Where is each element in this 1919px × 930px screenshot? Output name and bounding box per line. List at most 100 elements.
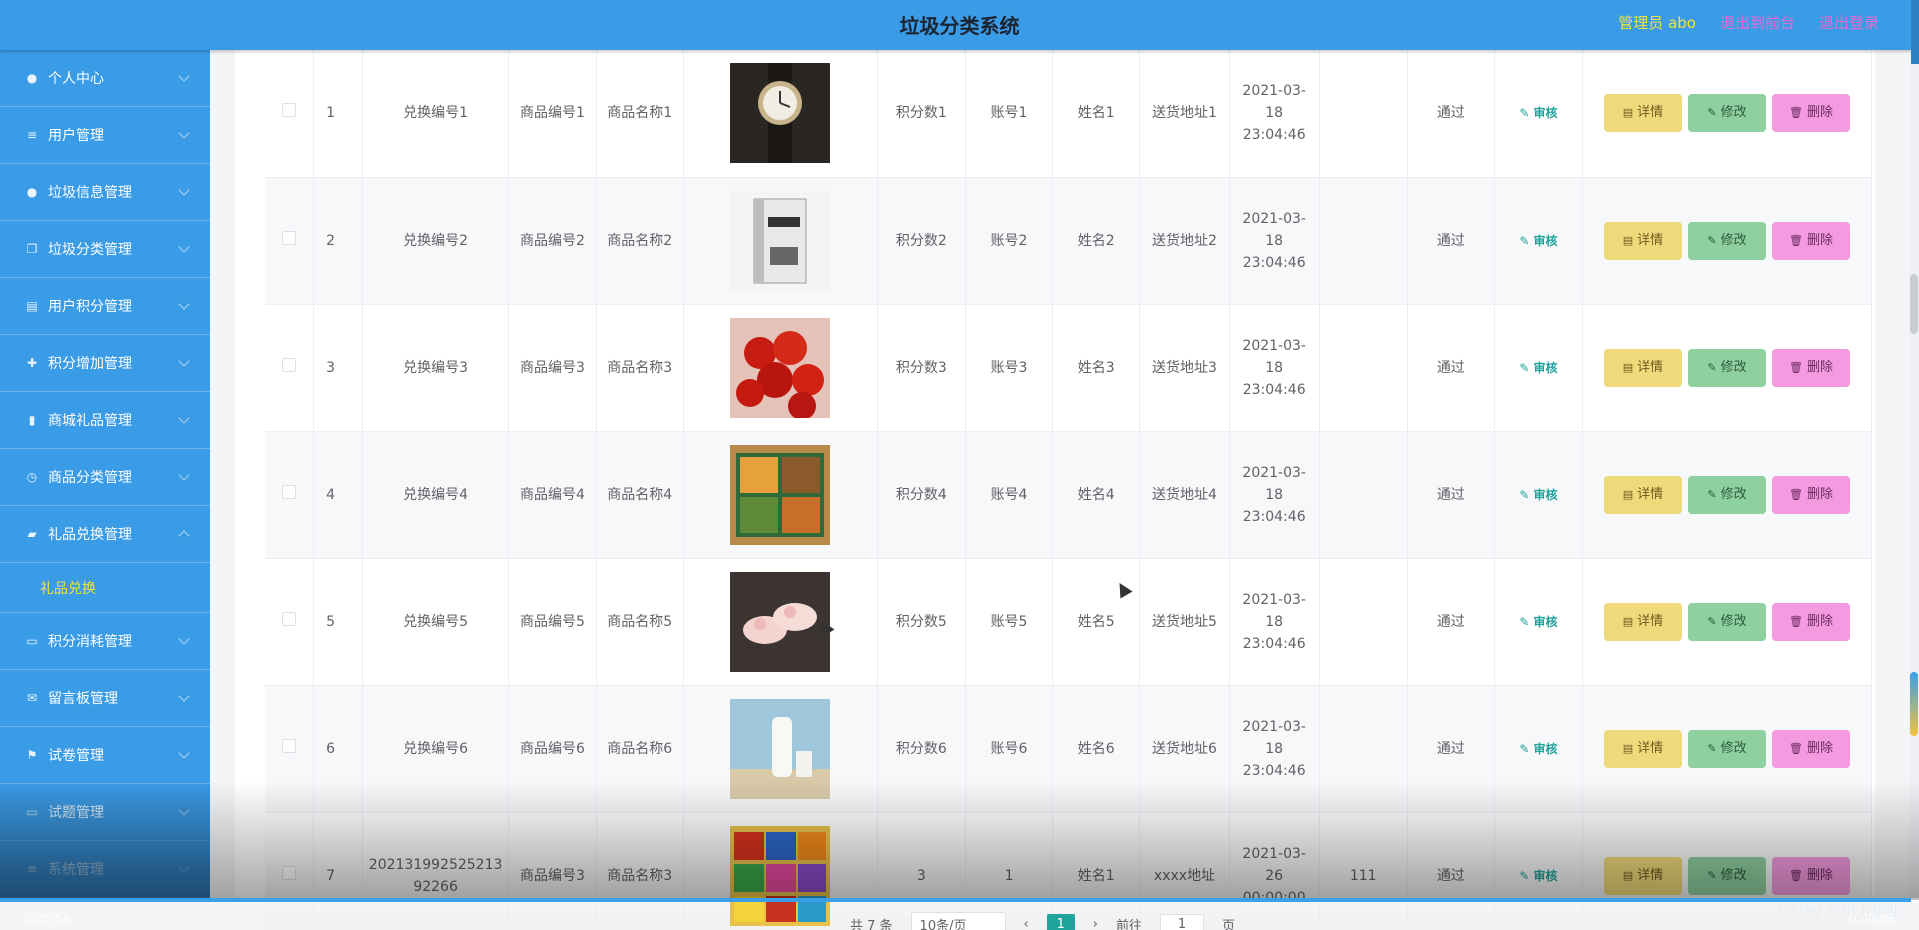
audit-link[interactable]: ✎ 审核: [1519, 361, 1557, 375]
pencil-icon: ✎: [1707, 741, 1717, 755]
detail-label: 详情: [1637, 867, 1664, 883]
audit-link[interactable]: ✎ 审核: [1519, 234, 1557, 248]
sidebar-item[interactable]: ✚ 积分增加管理: [0, 335, 210, 392]
delete-button[interactable]: 🗑 删除: [1771, 475, 1850, 514]
row-checkbox[interactable]: [282, 357, 297, 372]
cell-points: 积分数1: [877, 50, 966, 178]
sidebar-item[interactable]: ▮ 商城礼品管理: [0, 392, 210, 449]
delete-button[interactable]: 🗑 删除: [1771, 221, 1850, 260]
sidebar-item[interactable]: ● 垃圾信息管理: [0, 164, 210, 221]
chevron-down-icon: [178, 633, 190, 645]
cell-actions: ▤ 详情 ✎ 修改 🗑 删除: [1582, 177, 1873, 305]
cell-index: 3: [313, 304, 363, 432]
detail-button[interactable]: ▤ 详情: [1603, 856, 1682, 895]
cell-index: 6: [313, 685, 363, 813]
edit-label: 修改: [1720, 613, 1747, 629]
sidebar-item-label: 试卷管理: [48, 748, 104, 764]
edit-button[interactable]: ✎ 修改: [1687, 94, 1766, 133]
sidebar-item[interactable]: ▭ 积分消耗管理: [0, 613, 210, 670]
detail-button[interactable]: ▤ 详情: [1603, 475, 1682, 514]
cell-name: 姓名3: [1052, 304, 1141, 432]
detail-button[interactable]: ▤ 详情: [1603, 94, 1682, 133]
row-checkbox[interactable]: [282, 738, 297, 753]
product-image: [730, 190, 831, 291]
main-content: 1 兑换编号1 商品编号1 商品名称1 积分数1 账号1 姓名1 送货地址1 2021-03-1…: [210, 50, 1910, 930]
sidebar-item[interactable]: ≡ 用户管理: [0, 107, 210, 164]
sidebar-item[interactable]: ◷ 商品分类管理: [0, 449, 210, 506]
row-checkbox-cell: [265, 304, 315, 432]
right-scrollbar[interactable]: [1909, 64, 1919, 900]
audit-link[interactable]: ✎ 审核: [1519, 106, 1557, 120]
row-checkbox[interactable]: [282, 611, 297, 626]
delete-button[interactable]: 🗑 删除: [1771, 94, 1850, 133]
next-page-icon[interactable]: ›: [1093, 917, 1098, 930]
pencil-icon: ✎: [1707, 360, 1717, 374]
sidebar-item[interactable]: ▤ 用户积分管理: [0, 278, 210, 335]
detail-label: 详情: [1637, 486, 1664, 502]
edit-label: 修改: [1720, 867, 1747, 883]
current-page[interactable]: 1: [1046, 913, 1075, 930]
volume-indicator: [1910, 672, 1918, 736]
cell-exchange-no: 兑换编号6: [362, 685, 510, 813]
goto-page-input[interactable]: 1: [1159, 913, 1204, 930]
audit-link[interactable]: ✎ 审核: [1519, 869, 1557, 883]
submenu-item-gift-exchange[interactable]: 礼品兑换: [0, 563, 210, 613]
detail-button[interactable]: ▤ 详情: [1603, 729, 1682, 768]
edit-button[interactable]: ✎ 修改: [1687, 729, 1766, 768]
delete-button[interactable]: 🗑 删除: [1771, 856, 1850, 895]
chevron-down-icon: [178, 298, 190, 310]
detail-button[interactable]: ▤ 详情: [1603, 348, 1682, 387]
sidebar-fade: [0, 780, 210, 900]
cell-name: 姓名4: [1052, 431, 1141, 559]
row-checkbox-cell: [265, 685, 315, 813]
chevron-down-icon: [178, 127, 190, 139]
pen-icon: ✎: [1519, 741, 1534, 756]
page-size-select[interactable]: 10条/页: [910, 912, 1006, 930]
trash-icon: 🗑: [1788, 233, 1803, 247]
bar-chart-icon: ▮: [28, 413, 36, 427]
trash-icon: 🗑: [1788, 868, 1803, 882]
edit-button[interactable]: ✎ 修改: [1687, 348, 1766, 387]
sidebar-item[interactable]: ● 个人中心: [0, 50, 210, 107]
sidebar-item[interactable]: ▰ 礼品兑换管理: [0, 506, 210, 563]
cell-time: 2021-03-18 23:04:46: [1229, 558, 1320, 686]
cell-name: 姓名2: [1052, 177, 1141, 305]
prev-page-icon[interactable]: ‹: [1024, 917, 1029, 930]
detail-button[interactable]: ▤ 详情: [1603, 602, 1682, 641]
detail-button[interactable]: ▤ 详情: [1603, 221, 1682, 260]
cell-address: 送货地址3: [1139, 304, 1230, 432]
person-icon: ●: [26, 185, 38, 199]
sidebar-item[interactable]: ✉ 留言板管理: [0, 670, 210, 727]
pagination-total: 共 7 条: [850, 919, 893, 930]
pencil-icon: ✎: [1707, 487, 1717, 501]
sidebar-item-label: 积分增加管理: [48, 356, 132, 372]
cell-image: [683, 685, 878, 813]
audit-link[interactable]: ✎ 审核: [1519, 615, 1557, 629]
row-checkbox-cell: [265, 177, 315, 305]
edit-button[interactable]: ✎ 修改: [1687, 221, 1766, 260]
video-progress-bar[interactable]: [0, 898, 1919, 902]
back-to-front-link[interactable]: 退出到前台: [1720, 12, 1795, 33]
scrollbar-thumb[interactable]: [1910, 274, 1918, 334]
cell-exchange-no: 兑换编号1: [362, 50, 510, 178]
delete-button[interactable]: 🗑 删除: [1771, 729, 1850, 768]
delete-button[interactable]: 🗑 删除: [1771, 348, 1850, 387]
cell-points: 积分数2: [877, 177, 966, 305]
sidebar-item[interactable]: ⚑ 试卷管理: [0, 727, 210, 784]
delete-label: 删除: [1806, 105, 1833, 121]
logout-link[interactable]: 退出登录: [1819, 12, 1879, 33]
audit-link[interactable]: ✎ 审核: [1519, 742, 1557, 756]
chevron-down-icon: [178, 412, 190, 424]
row-checkbox[interactable]: [282, 484, 297, 499]
cell-image: [683, 50, 878, 178]
delete-button[interactable]: 🗑 删除: [1771, 602, 1850, 641]
sidebar-item[interactable]: ❐ 垃圾分类管理: [0, 221, 210, 278]
cell-time: 2021-03-18 23:04:46: [1229, 431, 1320, 559]
audit-link[interactable]: ✎ 审核: [1519, 488, 1557, 502]
row-checkbox[interactable]: [282, 865, 297, 880]
edit-button[interactable]: ✎ 修改: [1687, 475, 1766, 514]
edit-button[interactable]: ✎ 修改: [1687, 856, 1766, 895]
row-checkbox[interactable]: [282, 230, 297, 245]
row-checkbox[interactable]: [282, 103, 297, 118]
edit-button[interactable]: ✎ 修改: [1687, 602, 1766, 641]
